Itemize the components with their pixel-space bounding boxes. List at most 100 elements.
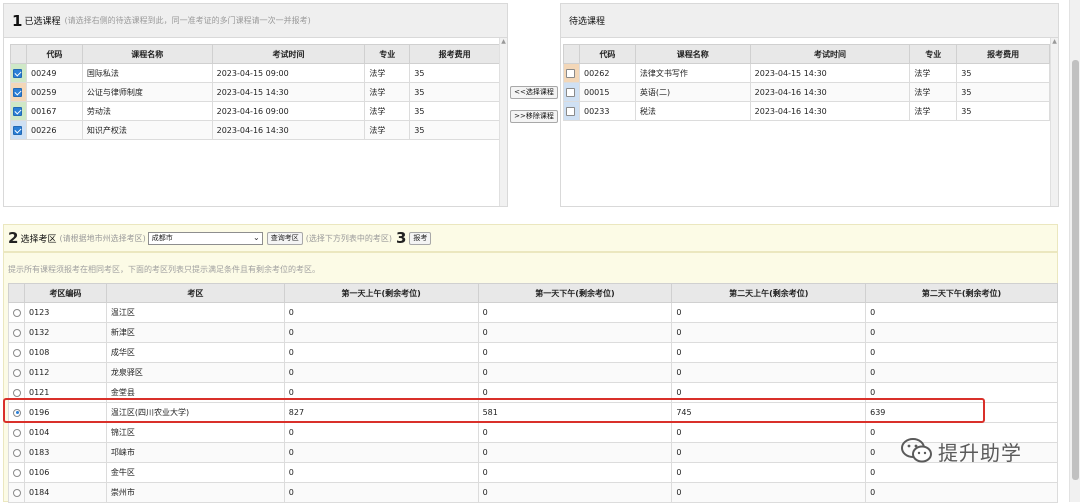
watermark: 提升助学 xyxy=(900,436,1022,466)
course-code: 00259 xyxy=(25,82,83,102)
day1-pm-seats: 0 xyxy=(477,322,673,343)
day1-am-seats: 0 xyxy=(283,442,479,463)
day1-am-seats: 827 xyxy=(283,402,479,423)
query-area-button[interactable]: 查询考区 xyxy=(266,231,303,245)
day1-pm-seats: 0 xyxy=(477,482,673,503)
area-radio[interactable] xyxy=(13,308,21,317)
table-row[interactable]: 0121 金堂县 0 0 0 0 xyxy=(8,382,1058,403)
table-row[interactable]: 00167 劳动法 2023-04-16 09:00 法学 35 xyxy=(10,101,500,121)
row-checkbox[interactable] xyxy=(13,68,22,78)
page-scrollbar[interactable] xyxy=(1069,0,1080,502)
day2-am-seats: 0 xyxy=(671,382,867,403)
area-radio[interactable] xyxy=(13,448,21,457)
day1-pm-seats: 0 xyxy=(477,422,673,443)
area-radio[interactable] xyxy=(13,328,21,337)
fee: 35 xyxy=(956,101,1050,121)
wechat-icon xyxy=(901,438,932,463)
course-name: 公证与律师制度 xyxy=(81,82,213,102)
table-row[interactable]: 00015 英语(二) 2023-04-16 14:30 法学 35 xyxy=(563,82,1050,102)
area-code: 0132 xyxy=(23,322,107,343)
area-name: 金牛区 xyxy=(105,462,285,483)
table-row[interactable]: 0108 成华区 0 0 0 0 xyxy=(8,342,1058,363)
city-select[interactable]: 成都市 ⌄ xyxy=(147,231,263,245)
day1-am-seats: 0 xyxy=(283,462,479,483)
day1-am-seats: 0 xyxy=(283,302,479,323)
pending-courses-title: 待选课程 xyxy=(569,17,606,27)
day1-pm-seats: 0 xyxy=(477,382,673,403)
course-code: 00226 xyxy=(25,120,83,140)
row-checkbox[interactable] xyxy=(13,125,22,135)
table-row[interactable]: 0123 温江区 0 0 0 0 xyxy=(8,302,1058,323)
course-code: 00233 xyxy=(578,101,636,121)
area-radio[interactable] xyxy=(13,348,21,357)
pending-panel-scrollbar[interactable]: ▲ xyxy=(1050,38,1058,206)
col-area-code: 考区编码 xyxy=(23,283,107,303)
course-name: 劳动法 xyxy=(81,101,213,121)
selected-panel-scrollbar[interactable]: ▲ xyxy=(499,38,507,206)
scroll-up-icon[interactable]: ▲ xyxy=(1051,38,1058,46)
area-name: 龙泉驿区 xyxy=(105,362,285,383)
row-checkbox[interactable] xyxy=(566,87,575,97)
table-row[interactable]: 0132 新津区 0 0 0 0 xyxy=(8,322,1058,343)
day2-am-seats: 745 xyxy=(671,402,867,423)
table-row[interactable]: 0184 崇州市 0 0 0 0 xyxy=(8,482,1058,503)
area-radio[interactable] xyxy=(13,488,21,497)
col-exam-time: 考试时间 xyxy=(211,44,366,64)
remove-course-button[interactable]: >>移除课程 xyxy=(510,110,558,123)
table-row[interactable]: 0112 龙泉驿区 0 0 0 0 xyxy=(8,362,1058,383)
col-area-name: 考区 xyxy=(105,283,285,303)
fee: 35 xyxy=(956,82,1050,102)
col-course-name: 课程名称 xyxy=(81,44,213,64)
day1-pm-seats: 0 xyxy=(477,462,673,483)
area-radio[interactable] xyxy=(13,408,21,417)
day1-pm-seats: 0 xyxy=(477,442,673,463)
area-name: 成华区 xyxy=(105,342,285,363)
fee: 35 xyxy=(409,63,500,83)
day2-am-seats: 0 xyxy=(671,442,867,463)
day2-pm-seats: 0 xyxy=(865,342,1058,363)
area-radio[interactable] xyxy=(13,468,21,477)
col-day2-pm: 第二天下午(剩余考位) xyxy=(865,283,1058,303)
table-row[interactable]: 00259 公证与律师制度 2023-04-15 14:30 法学 35 xyxy=(10,82,500,102)
radio-header xyxy=(8,283,25,303)
area-radio[interactable] xyxy=(13,428,21,437)
col-fee: 报考费用 xyxy=(409,44,500,64)
table-row-selected[interactable]: 0196 温江区(四川农业大学) 827 581 745 639 xyxy=(8,402,1058,423)
checkbox-header xyxy=(10,44,27,64)
selected-courses-panel: 1 已选课程 (请选择右侧的待选课程到此，同一准考证的多门课程请一次一并报考) … xyxy=(3,3,508,207)
course-name: 税法 xyxy=(634,101,751,121)
area-code: 0104 xyxy=(23,422,107,443)
day2-am-seats: 0 xyxy=(671,342,867,363)
area-radio[interactable] xyxy=(13,368,21,377)
exam-time: 2023-04-16 14:30 xyxy=(749,101,911,121)
page-scrollbar-thumb[interactable] xyxy=(1072,60,1079,480)
table-row[interactable]: 00226 知识产权法 2023-04-16 14:30 法学 35 xyxy=(10,120,500,140)
exam-time: 2023-04-15 14:30 xyxy=(749,63,911,83)
fee: 35 xyxy=(409,120,500,140)
exam-time: 2023-04-16 09:00 xyxy=(211,101,366,121)
apply-button[interactable]: 报考 xyxy=(409,231,432,245)
day1-am-seats: 0 xyxy=(283,422,479,443)
area-name: 锦江区 xyxy=(105,422,285,443)
area-name: 温江区(四川农业大学) xyxy=(105,402,285,423)
scroll-up-icon[interactable]: ▲ xyxy=(500,38,507,46)
area-radio[interactable] xyxy=(13,388,21,397)
table-row[interactable]: 00233 税法 2023-04-16 14:30 法学 35 xyxy=(563,101,1050,121)
col-exam-time: 考试时间 xyxy=(749,44,911,64)
table-row[interactable]: 00262 法律文书写作 2023-04-15 14:30 法学 35 xyxy=(563,63,1050,83)
select-course-button[interactable]: <<选择课程 xyxy=(510,86,558,99)
day2-pm-seats: 0 xyxy=(865,302,1058,323)
chevron-down-icon: ⌄ xyxy=(253,232,260,242)
notice-text: 提示所有课程须报考在相同考区，下面的考区列表只提示满足条件且有剩余考位的考区。 xyxy=(8,265,320,274)
step-2-number: 2 xyxy=(8,229,19,247)
row-checkbox[interactable] xyxy=(566,68,575,78)
row-checkbox[interactable] xyxy=(13,87,22,97)
row-checkbox[interactable] xyxy=(13,106,22,116)
table-row[interactable]: 00249 国际私法 2023-04-15 09:00 法学 35 xyxy=(10,63,500,83)
fee: 35 xyxy=(409,101,500,121)
area-code: 0196 xyxy=(23,402,107,423)
day1-am-seats: 0 xyxy=(283,482,479,503)
row-checkbox[interactable] xyxy=(566,106,575,116)
city-select-value: 成都市 xyxy=(151,234,173,242)
day1-pm-seats: 0 xyxy=(477,362,673,383)
